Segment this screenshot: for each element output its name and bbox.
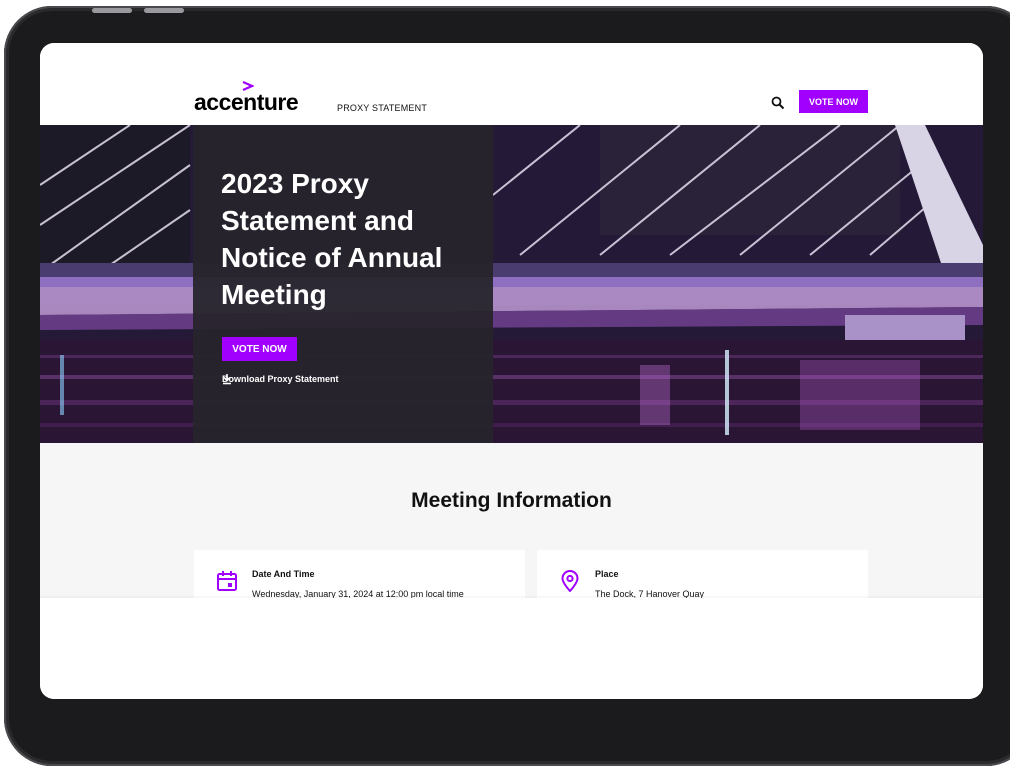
location-pin-icon — [561, 570, 579, 592]
hero-banner: 2023 Proxy Statement and Notice of Annua… — [40, 125, 983, 443]
calendar-icon — [217, 571, 237, 591]
logo-chevron-icon — [242, 81, 254, 91]
accenture-logo[interactable]: accenture — [194, 81, 299, 116]
card-title: Date And Time — [252, 569, 315, 579]
site-header: accenture PROXY STATEMENT VOTE NOW — [40, 43, 983, 125]
meeting-information-section: Meeting Information Date And Time Wednes… — [40, 443, 983, 598]
card-title: Place — [595, 569, 619, 579]
bottom-panel — [40, 598, 983, 699]
hero-text-panel: 2023 Proxy Statement and Notice of Annua… — [193, 125, 493, 443]
device-button — [92, 8, 132, 13]
nav-proxy-statement-link[interactable]: PROXY STATEMENT — [337, 103, 427, 113]
download-icon — [223, 374, 231, 385]
vote-now-button-hero[interactable]: VOTE NOW — [222, 337, 297, 361]
section-title: Meeting Information — [411, 489, 612, 512]
card-text: Wednesday, January 31, 2024 at 12:00 pm … — [252, 589, 464, 598]
logo-text: accenture — [194, 89, 299, 115]
date-time-card: Date And Time Wednesday, January 31, 202… — [194, 550, 525, 598]
card-text: The Dock, 7 Hanover Quay — [595, 589, 705, 598]
device-button — [144, 8, 184, 13]
bridge-background-image — [40, 125, 983, 443]
hero-title: 2023 Proxy Statement and Notice of Annua… — [221, 168, 443, 310]
download-proxy-statement-link[interactable]: Download Proxy Statement — [222, 374, 339, 385]
download-link-label: Download Proxy Statement — [222, 374, 339, 384]
vote-now-button-header[interactable]: VOTE NOW — [799, 90, 868, 113]
search-icon[interactable] — [771, 96, 785, 110]
place-card: Place The Dock, 7 Hanover Quay — [537, 550, 868, 598]
tablet-screen: accenture PROXY STATEMENT VOTE NOW 2023 … — [40, 43, 983, 699]
